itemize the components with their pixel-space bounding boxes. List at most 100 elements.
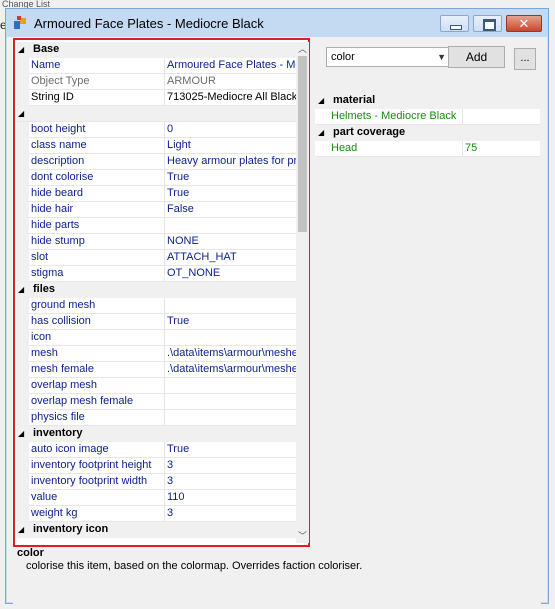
property-row[interactable]: mesh female .\data\items\armour\meshes	[17, 362, 296, 378]
property-row[interactable]: auto icon image True	[17, 442, 296, 458]
collapse-toggle-icon[interactable]: ◢	[318, 128, 324, 137]
scroll-down-icon[interactable]: ﹀	[296, 529, 309, 543]
property-value[interactable]: 0	[165, 122, 296, 138]
property-row[interactable]: Object Type ARMOUR	[17, 74, 296, 90]
property-row[interactable]: hide beard True	[17, 186, 296, 202]
property-row[interactable]: hide parts	[17, 218, 296, 234]
scroll-up-icon[interactable]: ︿	[296, 42, 309, 56]
property-value[interactable]	[165, 218, 296, 234]
property-value[interactable]: 3	[165, 474, 296, 490]
property-row[interactable]: physics file	[17, 410, 296, 426]
property-grid-frame: ◢ Base NameArmoured Face Plates - Mediocre…	[13, 38, 310, 547]
property-value[interactable]: False	[165, 202, 296, 218]
property-value[interactable]	[165, 410, 296, 426]
collapse-toggle-icon[interactable]: ◢	[18, 109, 24, 118]
property-value[interactable]: True	[165, 186, 296, 202]
minimize-button[interactable]	[440, 15, 469, 32]
property-value[interactable]: 713025-Mediocre All Black	[165, 90, 296, 106]
property-row[interactable]: stigma OT_NONE	[17, 266, 296, 282]
tree-item-value[interactable]: 75	[465, 141, 540, 156]
property-value[interactable]: .\data\items\armour\meshes	[165, 346, 296, 362]
property-name: Object Type	[29, 74, 165, 90]
property-row[interactable]: dont colorise True	[17, 170, 296, 186]
reference-type-dropdown[interactable]: color ▼	[326, 47, 450, 67]
category-name: inventory icon	[33, 523, 109, 535]
collapse-toggle-icon[interactable]: ◢	[18, 285, 27, 294]
property-value[interactable]: True	[165, 314, 296, 330]
property-grid-scrollbar[interactable]: ︿ ﹀	[296, 42, 309, 543]
tree-category[interactable]: ◢ material	[315, 93, 540, 109]
scroll-thumb[interactable]	[298, 56, 307, 232]
title-bar[interactable]: Armoured Face Plates - Mediocre Black ✕	[6, 9, 548, 37]
property-value[interactable]: ARMOUR	[165, 74, 296, 90]
property-row[interactable]: inventory footprint width 3	[17, 474, 296, 490]
property-value[interactable]: True	[165, 442, 296, 458]
property-row[interactable]: descriptionHeavy armour plates for prote…	[17, 154, 296, 170]
category-header[interactable]: ◢ inventory icon	[17, 522, 296, 538]
collapse-toggle-icon[interactable]: ◢	[18, 429, 27, 438]
property-value[interactable]: ATTACH_HAT	[165, 250, 296, 266]
property-row[interactable]: has collision True	[17, 314, 296, 330]
row-gutter	[17, 458, 29, 474]
property-grid[interactable]: ◢ Base NameArmoured Face Plates - Mediocre…	[17, 42, 296, 543]
property-row[interactable]: class name Light	[17, 138, 296, 154]
window-title: Armoured Face Plates - Mediocre Black	[34, 16, 264, 31]
property-value[interactable]: Armoured Face Plates - Mediocre Black	[165, 58, 296, 74]
property-row[interactable]: overlap mesh female	[17, 394, 296, 410]
collapse-toggle-icon[interactable]: ◢	[318, 96, 324, 105]
collapse-toggle-icon[interactable]: ◢	[18, 45, 27, 54]
property-value[interactable]: True	[165, 170, 296, 186]
reference-type-value: color	[331, 51, 355, 63]
close-button[interactable]: ✕	[506, 15, 542, 32]
row-gutter	[17, 90, 29, 106]
property-row[interactable]: overlap mesh	[17, 378, 296, 394]
property-row[interactable]: icon	[17, 330, 296, 346]
references-tree[interactable]: ◢ material Helmets - Mediocre Black ◢ part c…	[315, 93, 540, 157]
category-header[interactable]: ◢	[17, 106, 296, 122]
row-gutter	[17, 218, 29, 234]
property-value[interactable]	[165, 378, 296, 394]
property-value[interactable]	[165, 394, 296, 410]
property-name: ground mesh	[29, 298, 165, 314]
property-value[interactable]: Heavy armour plates for protection	[165, 154, 296, 170]
tree-item[interactable]: Helmets - Mediocre Black	[315, 109, 540, 125]
category-header[interactable]: ◢ Base	[17, 42, 296, 58]
property-row[interactable]: hide hair False	[17, 202, 296, 218]
collapse-toggle-icon[interactable]: ◢	[18, 525, 27, 534]
more-options-button[interactable]: ...	[514, 48, 536, 70]
property-value[interactable]: 3	[165, 458, 296, 474]
item-editor-window: Armoured Face Plates - Mediocre Black ✕ …	[5, 8, 549, 604]
category-name: Base	[33, 43, 60, 55]
property-name: hide hair	[29, 202, 165, 218]
property-row[interactable]: slot ATTACH_HAT	[17, 250, 296, 266]
property-row[interactable]: value 110	[17, 490, 296, 506]
property-name: Name	[29, 58, 165, 74]
row-gutter	[17, 170, 29, 186]
property-value[interactable]: NONE	[165, 234, 296, 250]
tree-item[interactable]: Head 75	[315, 141, 540, 157]
category-header[interactable]: ◢ files	[17, 282, 296, 298]
property-row[interactable]: hide stump NONE	[17, 234, 296, 250]
property-row[interactable]: mesh .\data\items\armour\meshes	[17, 346, 296, 362]
property-name: dont colorise	[29, 170, 165, 186]
property-row[interactable]: NameArmoured Face Plates - Mediocre Blac…	[17, 58, 296, 74]
tree-category[interactable]: ◢ part coverage	[315, 125, 540, 141]
row-gutter	[17, 298, 29, 314]
property-value[interactable]: .\data\items\armour\meshes	[165, 362, 296, 378]
add-reference-button[interactable]: Add	[448, 46, 505, 68]
property-row[interactable]: boot height 0	[17, 122, 296, 138]
property-value[interactable]: 3	[165, 506, 296, 522]
property-row[interactable]: String ID 713025-Mediocre All Black	[17, 90, 296, 106]
property-value[interactable]: Light	[165, 138, 296, 154]
property-value[interactable]	[165, 330, 296, 346]
property-value[interactable]: 110	[165, 490, 296, 506]
chevron-down-icon[interactable]: ▼	[437, 52, 446, 62]
property-row[interactable]: weight kg 3	[17, 506, 296, 522]
category-header[interactable]: ◢ inventory	[17, 426, 296, 442]
property-row[interactable]: inventory footprint height 3	[17, 458, 296, 474]
property-value[interactable]	[165, 298, 296, 314]
property-value[interactable]: OT_NONE	[165, 266, 296, 282]
property-row[interactable]: ground mesh	[17, 298, 296, 314]
maximize-button[interactable]	[473, 15, 502, 32]
row-gutter	[17, 346, 29, 362]
